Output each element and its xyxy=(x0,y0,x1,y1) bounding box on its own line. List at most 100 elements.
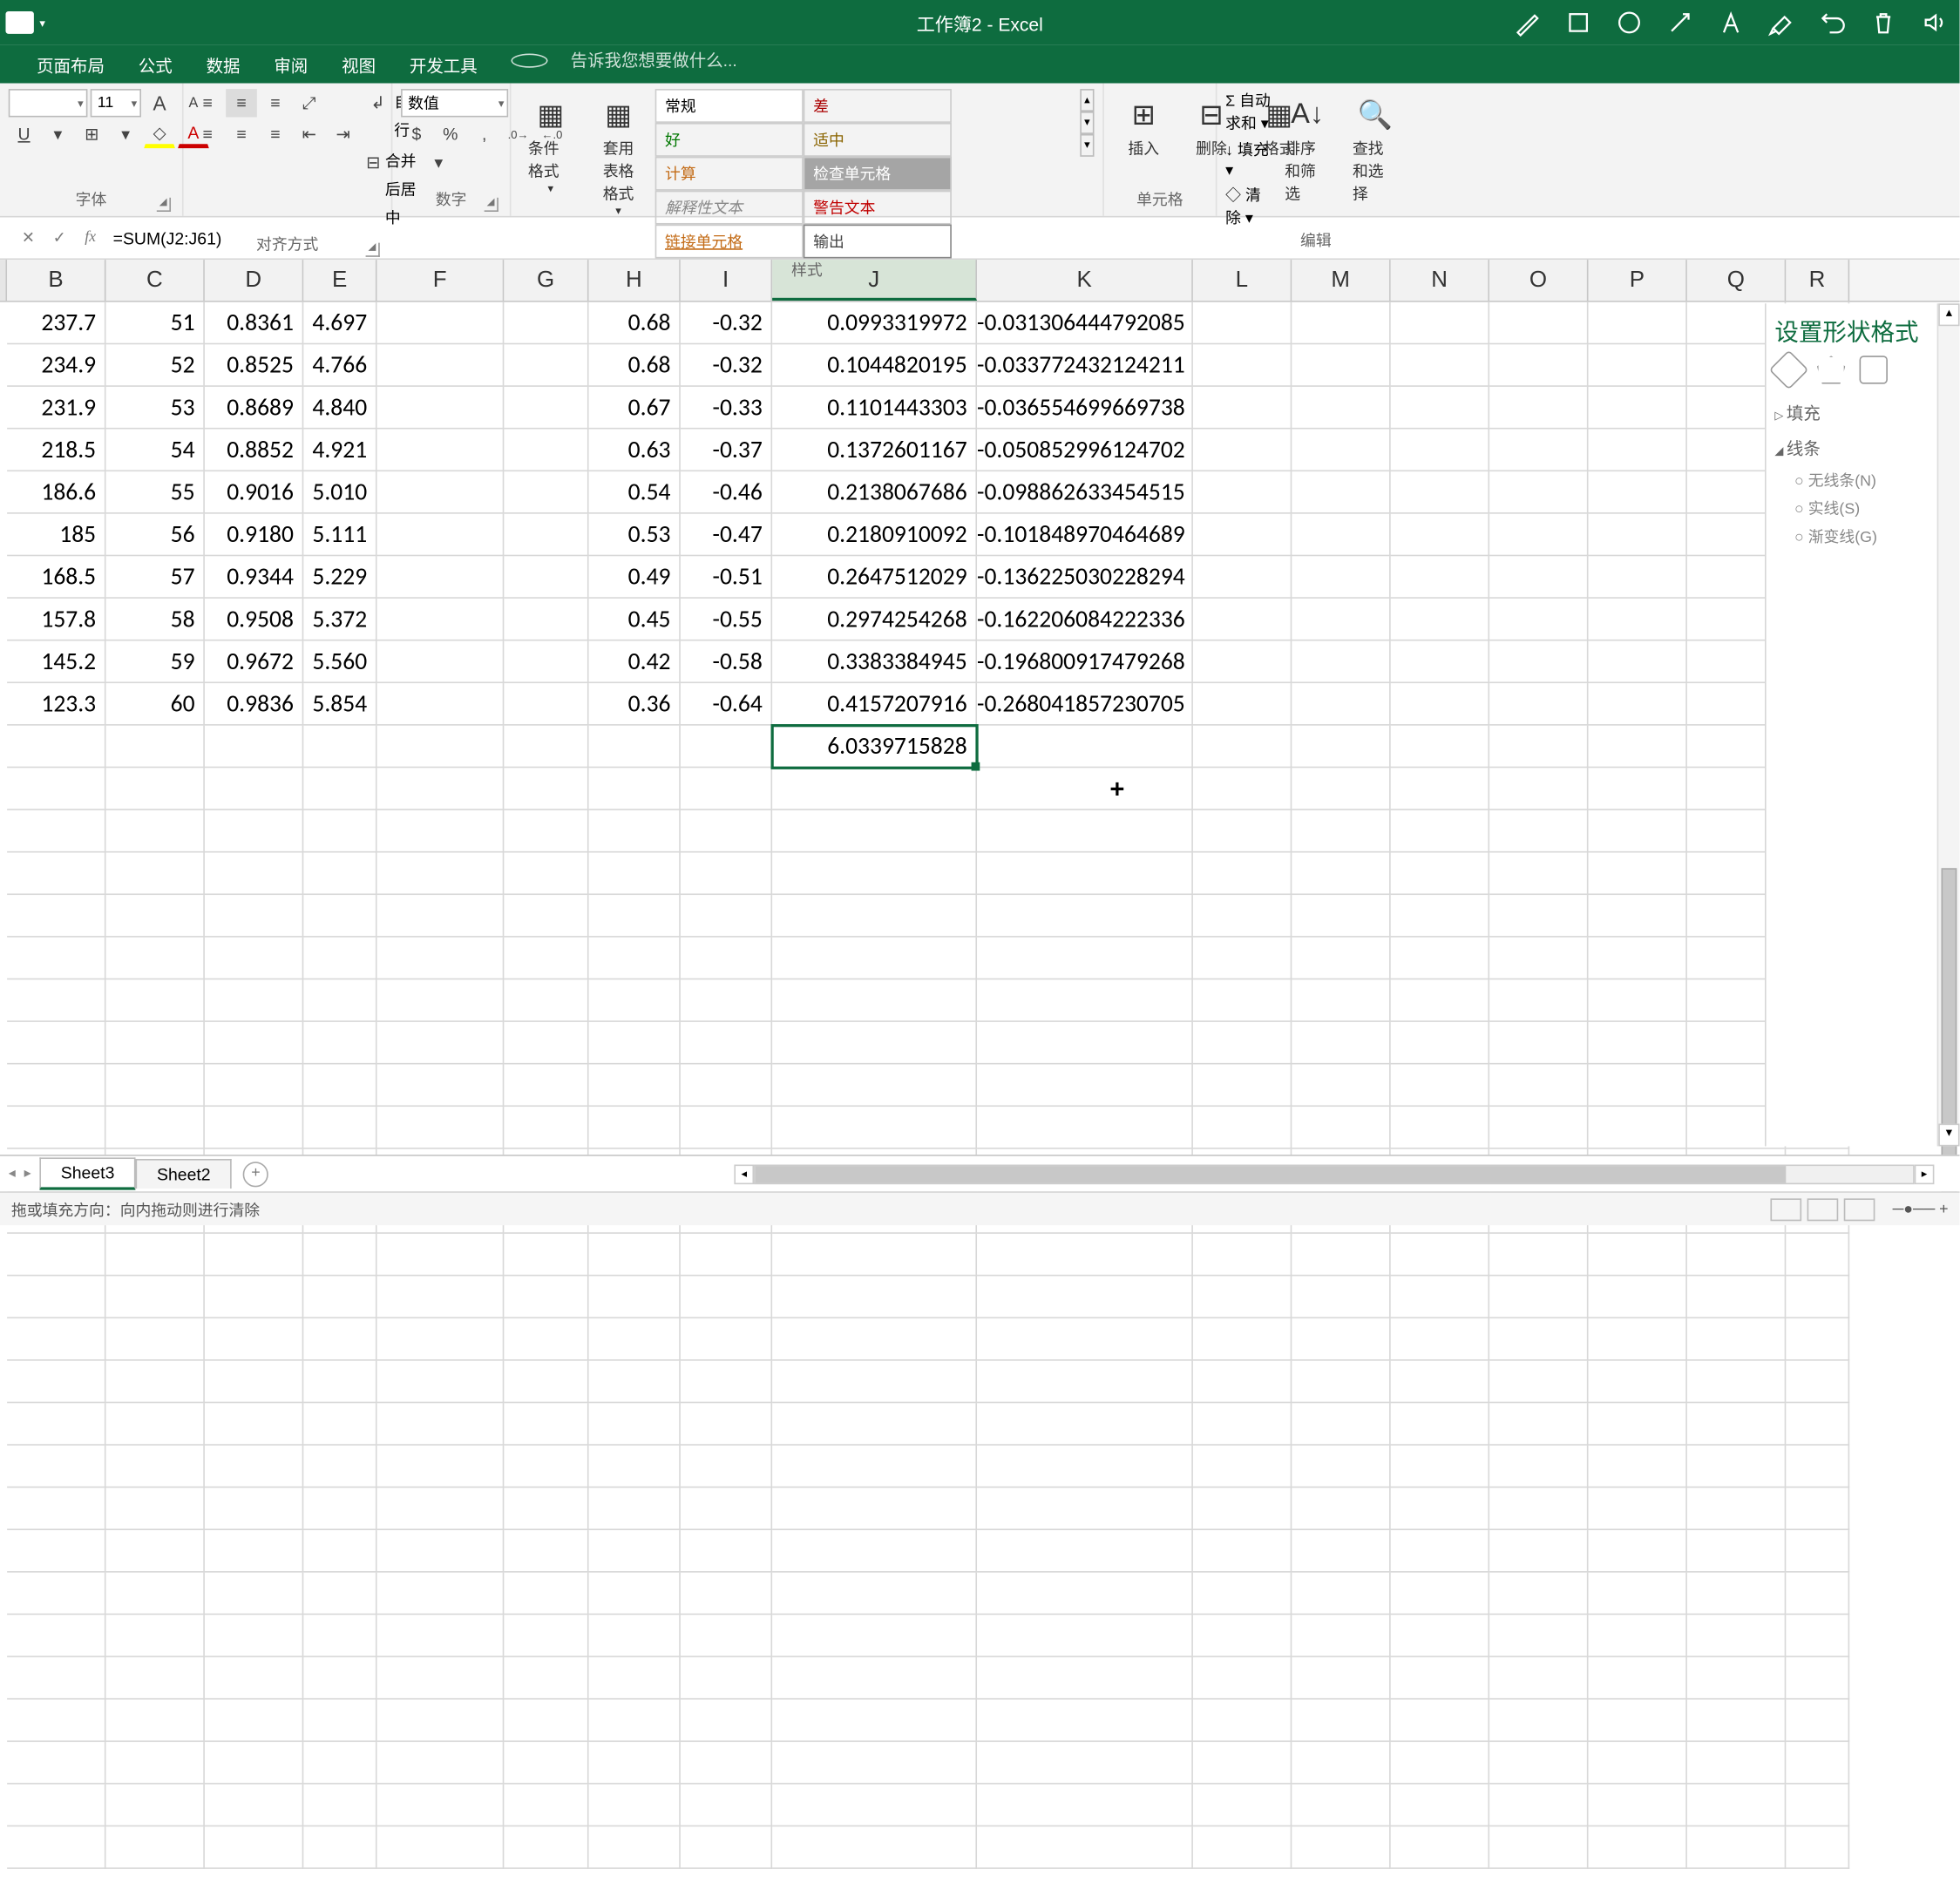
cell[interactable] xyxy=(1292,1530,1390,1573)
cell[interactable] xyxy=(772,1107,977,1149)
cell[interactable] xyxy=(205,1487,303,1530)
cell[interactable]: -0.64 xyxy=(681,683,772,726)
cell[interactable] xyxy=(1786,1573,1849,1615)
cell[interactable] xyxy=(1391,1530,1489,1573)
cell[interactable] xyxy=(1589,302,1687,345)
cell[interactable] xyxy=(977,1403,1193,1446)
cell[interactable] xyxy=(1391,1403,1489,1446)
cell[interactable] xyxy=(1193,387,1292,430)
underline-dropdown-icon[interactable]: ▾ xyxy=(43,120,74,148)
cell[interactable] xyxy=(205,852,303,895)
cell[interactable] xyxy=(1292,979,1390,1022)
cell[interactable] xyxy=(589,1742,681,1785)
cell[interactable] xyxy=(589,852,681,895)
cell[interactable] xyxy=(377,1022,505,1065)
cell[interactable] xyxy=(504,1530,588,1573)
cell[interactable] xyxy=(1786,1487,1849,1530)
cell[interactable] xyxy=(377,1234,505,1277)
cell[interactable] xyxy=(977,1361,1193,1404)
cell[interactable] xyxy=(681,726,772,769)
col-header[interactable]: P xyxy=(1589,260,1687,301)
cell[interactable] xyxy=(303,726,376,769)
cell[interactable] xyxy=(977,979,1193,1022)
cell[interactable] xyxy=(1489,1234,1588,1277)
cell-grid[interactable]: 237.7510.83614.6970.68-0.320.0993319972-… xyxy=(0,302,1960,1883)
cell[interactable] xyxy=(772,1615,977,1657)
cell[interactable] xyxy=(205,1361,303,1404)
cell[interactable] xyxy=(1391,768,1489,810)
cell[interactable] xyxy=(205,810,303,853)
cell[interactable] xyxy=(1786,1276,1849,1318)
cell[interactable] xyxy=(1589,938,1687,980)
cell[interactable] xyxy=(377,1403,505,1446)
cell[interactable] xyxy=(1489,599,1588,641)
font-dialog-launcher[interactable]: ◢ xyxy=(157,198,171,212)
cell[interactable] xyxy=(1193,768,1292,810)
clear-button[interactable]: ◇ 清除 ▾ xyxy=(1225,184,1271,229)
effects-tab-icon[interactable] xyxy=(1817,356,1845,383)
cell[interactable] xyxy=(1292,1022,1390,1065)
scroll-up-icon[interactable]: ▴ xyxy=(1938,303,1959,326)
col-header[interactable]: F xyxy=(377,260,505,301)
cell[interactable] xyxy=(1193,1826,1292,1869)
cell[interactable] xyxy=(1193,1446,1292,1488)
square-icon[interactable] xyxy=(1564,9,1592,37)
cell[interactable] xyxy=(377,302,505,345)
cell[interactable] xyxy=(1589,1487,1687,1530)
cell[interactable] xyxy=(303,1657,376,1700)
cell[interactable] xyxy=(589,726,681,769)
cell[interactable] xyxy=(1589,599,1687,641)
cell[interactable] xyxy=(7,1657,105,1700)
grow-font-button[interactable]: A xyxy=(144,89,175,117)
cell[interactable] xyxy=(977,1234,1193,1277)
cell[interactable] xyxy=(1292,387,1390,430)
cell[interactable] xyxy=(1292,1276,1390,1318)
cell[interactable] xyxy=(977,895,1193,938)
cell[interactable] xyxy=(589,1657,681,1700)
cell[interactable] xyxy=(504,1785,588,1827)
view-page-layout-icon[interactable] xyxy=(1807,1198,1839,1221)
cell[interactable] xyxy=(589,1785,681,1827)
cell[interactable] xyxy=(303,852,376,895)
cell[interactable] xyxy=(106,1615,205,1657)
cell[interactable] xyxy=(1687,1615,1786,1657)
cell[interactable] xyxy=(377,1826,505,1869)
cell[interactable] xyxy=(303,1022,376,1065)
cell[interactable] xyxy=(303,1530,376,1573)
cell[interactable] xyxy=(504,1826,588,1869)
cell[interactable] xyxy=(205,1064,303,1107)
cell[interactable] xyxy=(106,810,205,853)
cell[interactable] xyxy=(1391,1573,1489,1615)
cell[interactable] xyxy=(1292,810,1390,853)
cell[interactable]: 5.372 xyxy=(303,599,376,641)
cell[interactable]: 0.54 xyxy=(589,471,681,514)
cell[interactable] xyxy=(1292,1361,1390,1404)
cell[interactable] xyxy=(1786,1826,1849,1869)
cell[interactable] xyxy=(205,1530,303,1573)
cell[interactable]: 5.111 xyxy=(303,514,376,557)
cell[interactable] xyxy=(1391,599,1489,641)
cell[interactable] xyxy=(1786,1361,1849,1404)
col-header[interactable]: E xyxy=(303,260,376,301)
cell[interactable] xyxy=(1687,1657,1786,1700)
hscroll-thumb[interactable] xyxy=(756,1165,1787,1182)
cell[interactable] xyxy=(377,1107,505,1149)
cell[interactable] xyxy=(1489,979,1588,1022)
cell[interactable] xyxy=(205,895,303,938)
cell[interactable] xyxy=(1687,1234,1786,1277)
cell[interactable] xyxy=(1687,1361,1786,1404)
cell[interactable] xyxy=(1193,1573,1292,1615)
cell[interactable] xyxy=(681,768,772,810)
cell[interactable]: 5.229 xyxy=(303,556,376,599)
cell[interactable] xyxy=(7,810,105,853)
cell[interactable] xyxy=(377,1318,505,1361)
cell[interactable] xyxy=(1391,640,1489,683)
style-link[interactable]: 链接单元格 xyxy=(655,225,804,259)
cell[interactable] xyxy=(106,1022,205,1065)
cell[interactable] xyxy=(7,1107,105,1149)
sheet-nav-last-icon[interactable]: ▸ xyxy=(24,1166,31,1182)
cell[interactable] xyxy=(7,1318,105,1361)
cell[interactable] xyxy=(106,1826,205,1869)
font-family-combo[interactable]: ▾ xyxy=(9,89,88,117)
sheet-nav-first-icon[interactable]: ◂ xyxy=(9,1166,16,1182)
